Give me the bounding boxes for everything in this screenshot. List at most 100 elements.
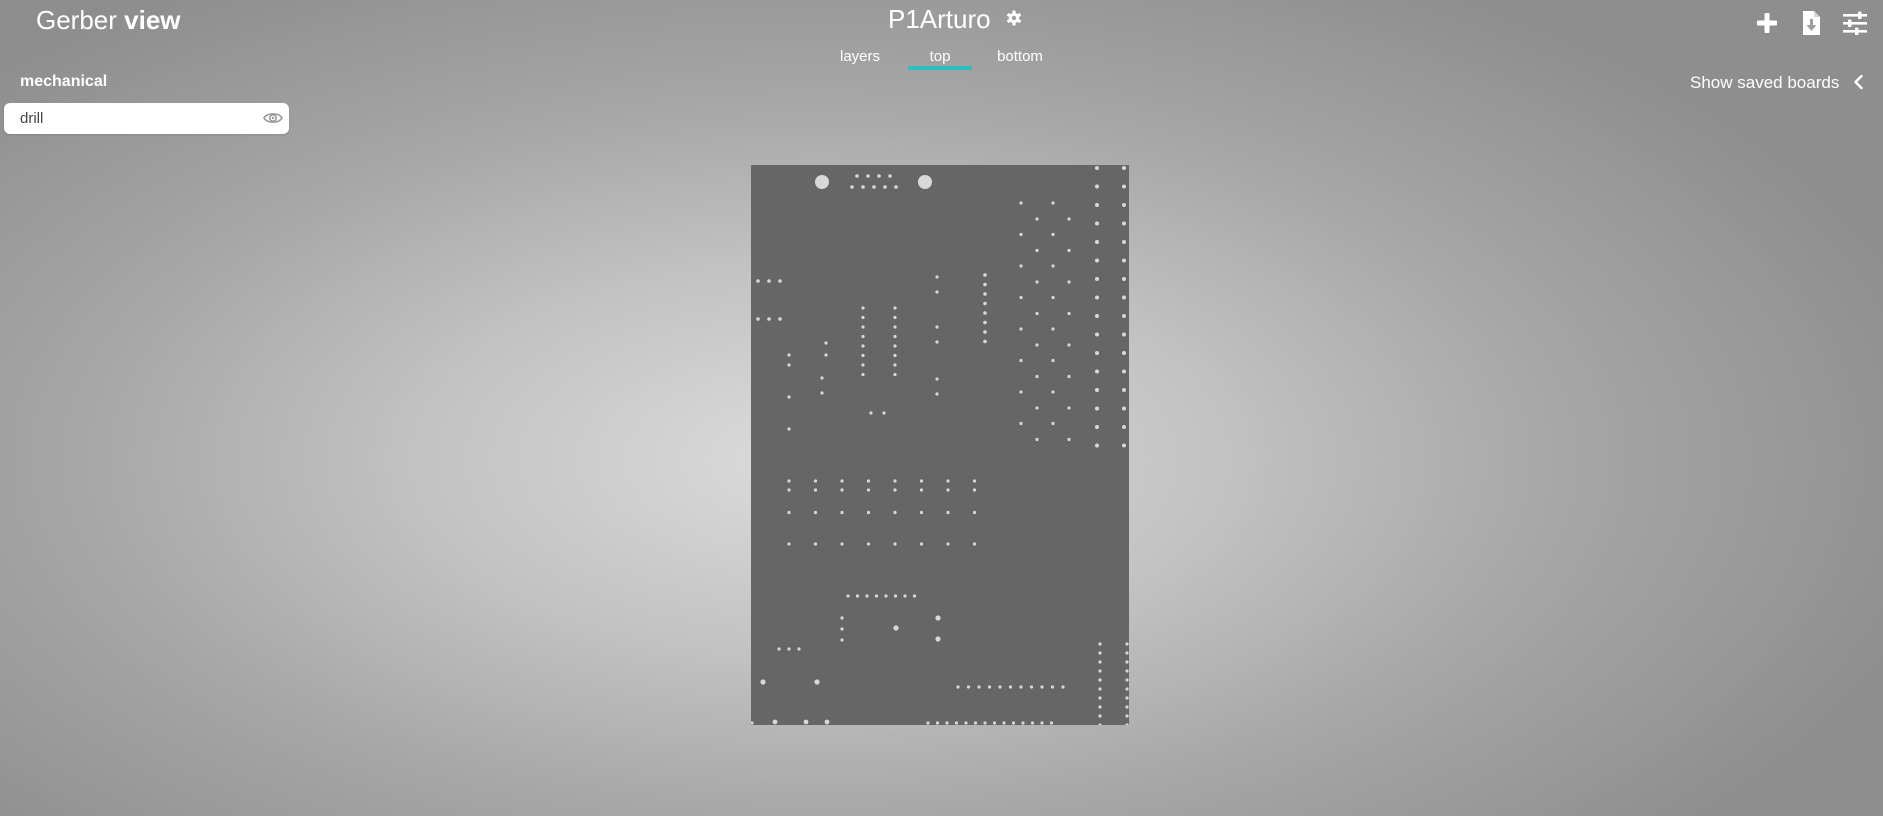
drill-hole <box>956 685 960 689</box>
drill-hole <box>935 290 939 294</box>
layer-section-title: mechanical <box>20 73 108 90</box>
drill-hole <box>1040 685 1044 689</box>
drill-hole <box>1122 258 1126 263</box>
drill-hole <box>1098 651 1102 655</box>
drill-hole <box>935 340 939 344</box>
drill-hole <box>861 185 865 189</box>
drill-hole <box>1019 358 1023 363</box>
drill-hole <box>893 625 899 631</box>
drill-hole <box>884 594 888 598</box>
drill-hole <box>866 542 871 546</box>
drill-hole <box>893 542 897 546</box>
drill-hole <box>1019 201 1023 205</box>
drill-hole <box>983 282 987 287</box>
drill-hole <box>1122 351 1126 355</box>
drill-hole <box>824 353 828 357</box>
drill-hole <box>813 479 818 483</box>
drill-hole <box>824 341 828 345</box>
drill-hole <box>1122 314 1126 318</box>
drill-hole <box>1019 232 1023 237</box>
eye-icon[interactable] <box>263 110 283 126</box>
drill-hole <box>840 627 844 631</box>
drill-hole <box>813 488 818 492</box>
drill-hole <box>1095 258 1099 263</box>
drill-hole <box>1049 721 1054 725</box>
drill-hole <box>861 344 865 348</box>
drill-hole <box>777 647 781 651</box>
drill-hole <box>1125 687 1129 691</box>
drill-hole <box>1095 295 1099 300</box>
show-saved-boards[interactable]: Show saved boards <box>1690 72 1839 94</box>
drill-hole <box>1095 221 1099 226</box>
chevron-left-icon[interactable] <box>1850 73 1868 91</box>
drill-hole <box>772 719 778 725</box>
drill-hole <box>866 174 870 178</box>
drill-hole <box>973 721 978 725</box>
drill-hole <box>893 325 897 329</box>
drill-hole <box>1122 332 1126 337</box>
drill-hole <box>972 479 977 483</box>
board-title: P1Arturo <box>888 4 991 34</box>
drill-hole <box>1051 264 1055 268</box>
drill-hole <box>983 330 987 334</box>
drill-hole <box>1122 369 1126 374</box>
drill-hole <box>1019 421 1023 426</box>
drill-hole <box>919 510 924 515</box>
drill-hole <box>1067 343 1071 347</box>
drill-hole <box>840 479 844 483</box>
drill-hole <box>1098 678 1102 682</box>
drill-hole <box>797 647 801 651</box>
drill-hole <box>760 679 766 685</box>
drill-hole <box>874 594 879 598</box>
layer-item-drill[interactable]: drill <box>4 103 289 134</box>
drill-hole <box>1095 443 1099 448</box>
drill-hole <box>840 488 844 492</box>
drill-hole <box>850 185 854 189</box>
drill-hole <box>824 719 830 725</box>
drill-hole <box>1095 388 1099 392</box>
drill-hole <box>815 175 829 189</box>
drill-hole <box>1125 678 1129 682</box>
drill-hole <box>861 325 865 329</box>
drill-hole <box>1125 723 1129 725</box>
drill-hole <box>946 542 950 546</box>
plus-icon[interactable] <box>1752 8 1782 38</box>
drill-hole <box>1095 425 1099 429</box>
drill-hole <box>840 510 844 515</box>
drill-hole <box>893 315 897 320</box>
drill-hole <box>1067 248 1071 253</box>
gear-icon[interactable] <box>1004 8 1024 28</box>
drill-hole <box>1067 374 1071 379</box>
drill-hole <box>1051 232 1055 237</box>
drill-hole <box>1019 264 1023 268</box>
drill-hole <box>1051 358 1055 363</box>
drill-hole <box>1061 685 1065 689</box>
drill-hole <box>888 174 892 178</box>
drill-hole <box>919 488 924 492</box>
tab-bottom[interactable]: bottom <box>990 46 1050 68</box>
drill-layer-canvas <box>751 166 1129 725</box>
tab-top[interactable]: top <box>912 46 968 68</box>
drill-hole <box>1125 642 1129 646</box>
download-icon[interactable] <box>1796 8 1826 38</box>
drill-hole <box>1008 685 1013 689</box>
drill-hole <box>872 185 876 189</box>
drill-hole <box>983 273 987 277</box>
drill-hole <box>1051 390 1055 394</box>
drill-hole <box>787 353 791 357</box>
drill-hole <box>1095 184 1099 189</box>
sliders-icon[interactable] <box>1840 8 1870 38</box>
drill-hole <box>1019 390 1023 394</box>
drill-hole <box>945 721 949 725</box>
drill-hole <box>893 334 897 339</box>
drill-hole <box>756 317 760 321</box>
pcb-board-render[interactable] <box>751 165 1129 725</box>
drill-hole <box>866 479 871 483</box>
drill-hole <box>1122 443 1126 448</box>
tab-layers[interactable]: layers <box>832 46 888 68</box>
drill-hole <box>1067 437 1071 442</box>
drill-hole <box>983 292 987 296</box>
drill-hole <box>1095 332 1099 337</box>
drill-hole <box>972 542 977 546</box>
drill-hole <box>1122 221 1126 226</box>
